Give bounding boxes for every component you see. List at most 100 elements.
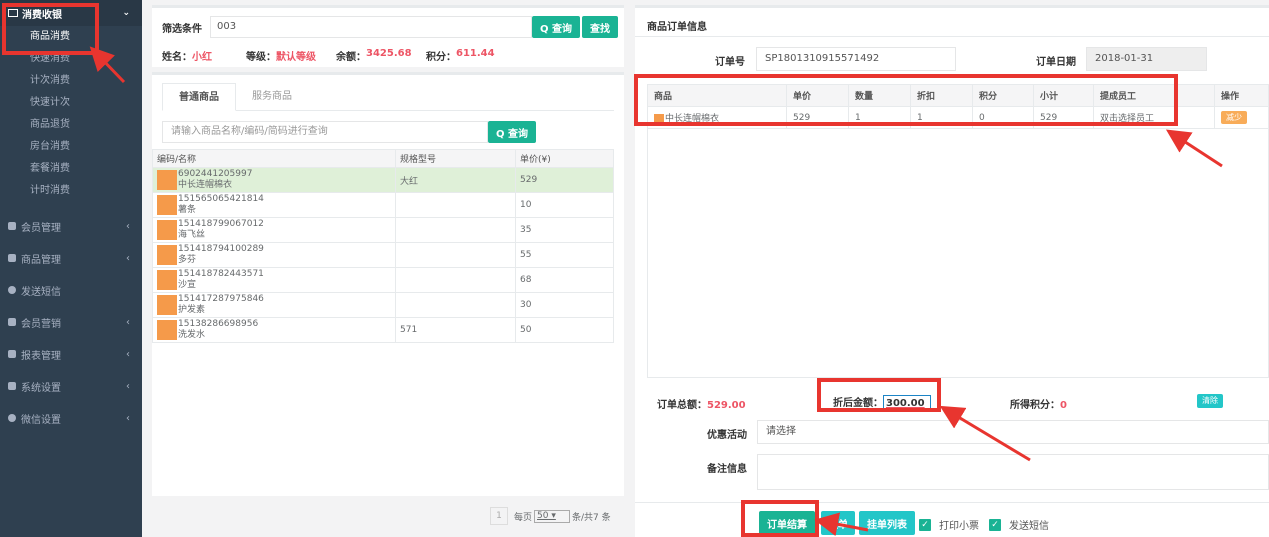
product-thumbnail (157, 170, 177, 190)
chevron-left-icon: ‹ (126, 220, 130, 232)
goods-name-cell: 151418799067012 海飞丝 (152, 217, 396, 243)
goods-price: 529 (515, 167, 614, 193)
send-sms-checkbox[interactable]: ✓ 发送短信 (989, 517, 1049, 532)
member-balance: 3425.68 (366, 48, 412, 59)
order-date-field[interactable]: 2018-01-31 (1086, 47, 1207, 71)
cogs-icon (8, 382, 16, 390)
goods-price: 50 (515, 317, 614, 343)
total-label: 订单总额： (657, 400, 707, 411)
promo-label: 优惠活动 (707, 430, 747, 441)
table-row[interactable]: 15138286698956 洗发水 571 50 (152, 317, 614, 343)
sidebar-item-report[interactable]: 报表管理 ‹ (0, 338, 142, 370)
sidebar: 消费收银 ⌄ 商品消费 快速消费 计次消费 快速计次 商品退货 房台消费 套餐消… (0, 0, 142, 537)
sidebar-item-label: 报表管理 (21, 350, 61, 362)
table-row[interactable]: 151418794100289 多芬 55 (152, 242, 614, 268)
earn-value: 0 (1060, 400, 1067, 411)
product-thumbnail (157, 220, 177, 240)
product-thumbnail (157, 295, 177, 315)
goods-search-input[interactable]: 请输入商品名称/编码/简码进行查询 (162, 121, 488, 143)
sidebar-item-goods[interactable]: 商品管理 ‹ (0, 242, 142, 274)
earn-label: 所得积分： (1010, 400, 1060, 411)
table-row[interactable]: 151565065421814 薯条 10 (152, 192, 614, 218)
order-no-field[interactable]: SP1801310915571492 (756, 47, 956, 71)
goods-name: 多芬 (178, 255, 197, 265)
table-row[interactable]: 151418782443571 沙宣 68 (152, 267, 614, 293)
goods-name: 洗发水 (178, 330, 206, 340)
users-icon (8, 222, 16, 230)
sidebar-item-label: 系统设置 (21, 382, 61, 394)
sidebar-item-quick-count[interactable]: 快速计次 (0, 92, 142, 114)
sms-label: 发送短信 (1009, 521, 1049, 532)
print-receipt-checkbox[interactable]: ✓ 打印小票 (919, 517, 979, 532)
check-icon: ✓ (989, 518, 1001, 531)
sidebar-item-package-consume[interactable]: 套餐消费 (0, 158, 142, 180)
goods-name-cell: 151417287975846 护发素 (152, 292, 396, 318)
goods-table: 编码/名称 规格型号 单价(¥) 6902441205997 中长连帽棉衣 大红 52… (152, 149, 614, 343)
goods-spec (395, 267, 516, 293)
decrease-button[interactable]: 减少 (1221, 111, 1247, 124)
chevron-left-icon: ‹ (126, 412, 130, 424)
hang-button[interactable]: 挂单 (821, 511, 855, 535)
sidebar-item-label: 微信设置 (21, 414, 61, 426)
table-row[interactable]: 151418799067012 海飞丝 35 (152, 217, 614, 243)
table-row[interactable]: 6902441205997 中长连帽棉衣 大红 529 (152, 167, 614, 193)
goods-spec: 571 (395, 317, 516, 343)
briefcase-icon (8, 318, 16, 326)
sidebar-item-member[interactable]: 会员管理 ‹ (0, 210, 142, 242)
goods-name: 沙宣 (178, 280, 197, 290)
order-no-label: 订单号 (715, 57, 745, 68)
remark-textarea[interactable] (757, 454, 1269, 490)
message-icon (8, 286, 16, 294)
list-icon (8, 254, 16, 262)
chevron-left-icon: ‹ (126, 380, 130, 392)
sidebar-item-room-consume[interactable]: 房台消费 (0, 136, 142, 158)
check-icon: ✓ (919, 518, 931, 531)
goods-search-button[interactable]: Q 查询 (488, 121, 536, 143)
tab-normal-goods[interactable]: 普通商品 (162, 83, 236, 111)
member-level: 默认等级 (276, 52, 316, 63)
goods-name-cell: 15138286698956 洗发水 (152, 317, 396, 343)
filter-input[interactable]: 003 (210, 16, 532, 38)
sidebar-item-marketing[interactable]: 会员营销 ‹ (0, 306, 142, 338)
goods-price: 55 (515, 242, 614, 268)
goods-name: 护发素 (178, 305, 206, 315)
goods-code: 151418799067012 (178, 219, 264, 229)
col-price: 单价(¥) (515, 149, 614, 168)
product-thumbnail (157, 320, 177, 340)
goods-code: 151417287975846 (178, 294, 264, 304)
filter-query-button[interactable]: Q 查询 (532, 16, 580, 38)
filter-find-button[interactable]: 查找 (582, 16, 618, 38)
annotation-box-discount (817, 378, 941, 412)
product-thumbnail (157, 270, 177, 290)
per-page-label: 每页 (514, 512, 533, 523)
per-page-select[interactable]: 50 ▾ (534, 509, 571, 523)
tab-service-goods[interactable]: 服务商品 (236, 83, 308, 110)
sidebar-item-label: 发送短信 (21, 286, 61, 298)
goods-spec (395, 292, 516, 318)
page-button[interactable]: 1 (490, 507, 508, 525)
name-label: 姓名： (162, 52, 192, 63)
level-label: 等级： (246, 52, 276, 63)
sidebar-item-wechat[interactable]: 微信设置 ‹ (0, 402, 142, 434)
sidebar-item-count-consume[interactable]: 计次消费 (0, 70, 142, 92)
sidebar-item-settings[interactable]: 系统设置 ‹ (0, 370, 142, 402)
col-code-name: 编码/名称 (152, 149, 396, 168)
order-total: 订单总额：529.00 (657, 396, 746, 411)
goods-price: 30 (515, 292, 614, 318)
promo-select[interactable]: 请选择 (757, 420, 1269, 444)
table-row[interactable]: 151417287975846 护发素 30 (152, 292, 614, 318)
member-points: 611.44 (456, 48, 495, 59)
filter-label: 筛选条件 (162, 23, 202, 35)
sidebar-item-goods-return[interactable]: 商品退货 (0, 114, 142, 136)
annotation-box-settle (741, 500, 819, 537)
goods-name-cell: 6902441205997 中长连帽棉衣 (152, 167, 396, 193)
chevron-left-icon: ‹ (126, 348, 130, 360)
pagination: 1 每页 50 ▾ 条/共7 条 (490, 507, 611, 525)
goods-spec (395, 217, 516, 243)
sidebar-item-sms[interactable]: 发送短信 (0, 274, 142, 306)
sidebar-item-timed-consume[interactable]: 计时消费 (0, 180, 142, 202)
sidebar-item-label: 会员营销 (21, 318, 61, 330)
clear-button[interactable]: 清除 (1197, 394, 1223, 408)
order-title: 商品订单信息 (647, 22, 707, 33)
hang-list-button[interactable]: 挂单列表 (859, 511, 915, 535)
